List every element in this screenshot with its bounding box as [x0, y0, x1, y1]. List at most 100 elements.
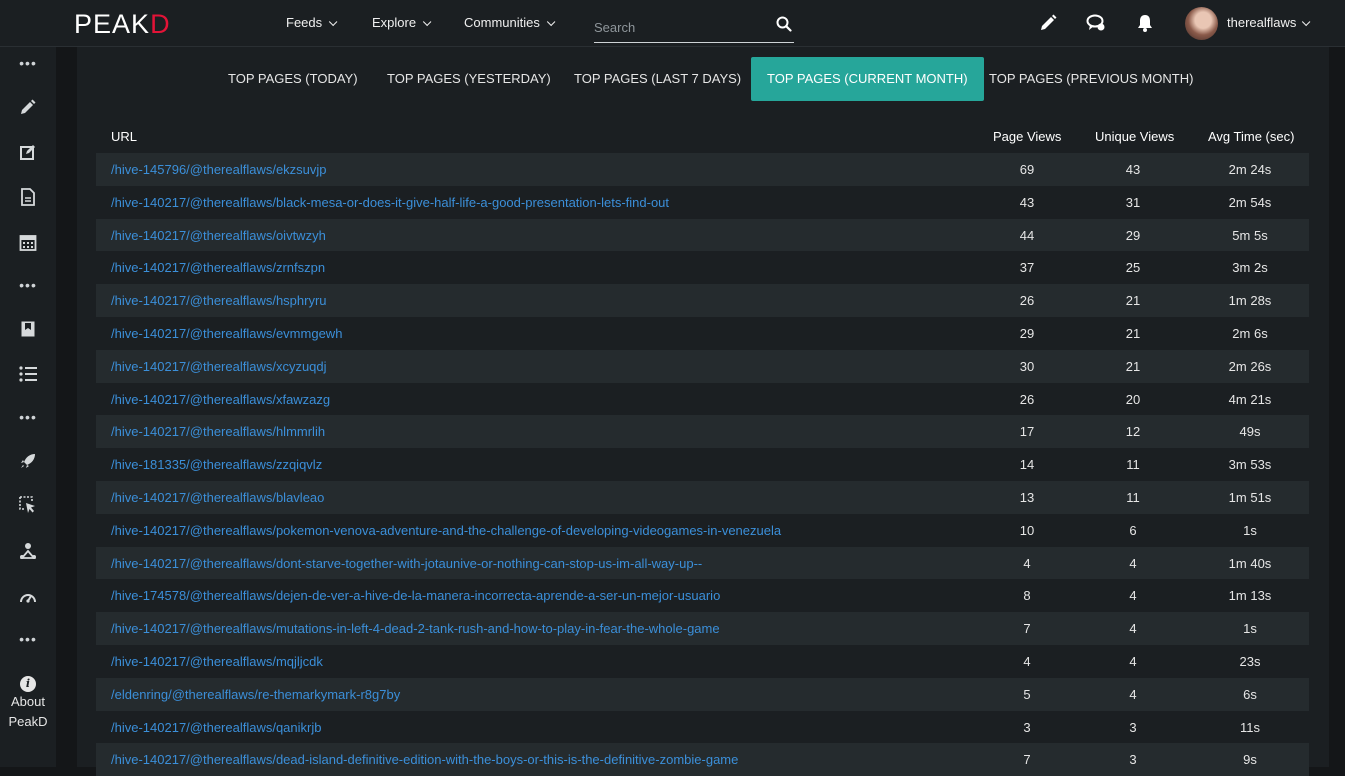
nav-feeds[interactable]: Feeds — [286, 15, 338, 30]
avg-time-value: 5m 5s — [1232, 227, 1268, 243]
more-dots-icon[interactable]: ••• — [0, 627, 56, 651]
table-row: /hive-140217/@therealflaws/pokemon-venov… — [96, 514, 1309, 547]
avg-time-value: 2m 6s — [1232, 325, 1268, 341]
sidebar-bookmark[interactable] — [0, 317, 56, 341]
page-views-value: 4 — [1023, 653, 1031, 669]
table-body: /hive-145796/@therealflaws/ekzsuvjp 69 43 2… — [96, 153, 1309, 776]
page-views-value: 8 — [1023, 588, 1031, 604]
unique-views-value: 21 — [1125, 325, 1141, 341]
sidebar-calendar[interactable] — [0, 230, 56, 254]
chevron-down-icon — [1302, 17, 1311, 27]
community-icon — [20, 543, 36, 559]
about-peakd-link[interactable]: i About PeakD — [0, 672, 56, 732]
sidebar-gauge[interactable] — [0, 585, 56, 609]
gauge-icon — [20, 594, 36, 603]
chat-icon[interactable] — [1086, 13, 1106, 33]
page-views-value: 3 — [1023, 719, 1031, 735]
col-url: URL — [111, 129, 138, 144]
avg-time-value: 49s — [1239, 424, 1261, 440]
page-url-link[interactable]: /hive-140217/@therealflaws/zrnfszpn — [111, 260, 325, 275]
page-url-link[interactable]: /hive-140217/@therealflaws/blavleao — [111, 490, 324, 505]
unique-views-value: 29 — [1125, 227, 1141, 243]
sidebar-list[interactable] — [0, 362, 56, 386]
page-views-value: 13 — [1019, 489, 1035, 505]
bookmark-book-icon — [21, 321, 35, 337]
page-views-value: 26 — [1019, 391, 1035, 407]
table-row: /hive-140217/@therealflaws/xfawzazg 26 20 4… — [96, 383, 1309, 416]
tab-yesterday[interactable]: TOP PAGES (YESTERDAY) — [371, 57, 567, 101]
page-url-link[interactable]: /hive-140217/@therealflaws/hsphryru — [111, 293, 327, 308]
avg-time-value: 23s — [1239, 653, 1261, 669]
unique-views-value: 31 — [1125, 194, 1141, 210]
sidebar-document[interactable] — [0, 185, 56, 209]
info-icon: i — [20, 676, 36, 692]
avg-time-value: 1m 28s — [1228, 293, 1272, 309]
page-url-link[interactable]: /hive-140217/@therealflaws/black-mesa-or… — [111, 195, 669, 210]
unique-views-value: 6 — [1129, 522, 1137, 538]
page-url-link[interactable]: /hive-140217/@therealflaws/dead-island-d… — [111, 752, 738, 767]
more-dots-icon[interactable]: ••• — [0, 405, 56, 429]
page-url-link[interactable]: /hive-140217/@therealflaws/dont-starve-t… — [111, 556, 702, 571]
page-views-value: 37 — [1019, 260, 1035, 276]
page-url-link[interactable]: /hive-145796/@therealflaws/ekzsuvjp — [111, 162, 327, 177]
calendar-icon — [19, 235, 37, 251]
page-url-link[interactable]: /hive-140217/@therealflaws/pokemon-venov… — [111, 523, 781, 538]
page-url-link[interactable]: /hive-140217/@therealflaws/xcyzuqdj — [111, 359, 327, 374]
avg-time-value: 1s — [1243, 621, 1257, 637]
table-row: /hive-140217/@therealflaws/zrnfszpn 37 25 3… — [96, 251, 1309, 284]
avg-time-value: 1m 51s — [1228, 489, 1272, 505]
rocket-icon — [21, 454, 35, 468]
page-views-value: 14 — [1019, 457, 1035, 473]
more-dots-icon[interactable]: ••• — [0, 273, 56, 297]
tab-today[interactable]: TOP PAGES (TODAY) — [212, 57, 374, 101]
sidebar-rocket[interactable] — [0, 449, 56, 473]
avg-time-value: 2m 24s — [1228, 162, 1272, 177]
tab-last-7-days[interactable]: TOP PAGES (LAST 7 DAYS) — [558, 57, 757, 101]
page-url-link[interactable]: /hive-140217/@therealflaws/xfawzazg — [111, 392, 330, 407]
page-url-link[interactable]: /hive-140217/@therealflaws/hlmmrlih — [111, 424, 325, 439]
cursor-select-icon — [19, 496, 35, 513]
avg-time-value: 1s — [1243, 522, 1257, 538]
page-url-link[interactable]: /hive-181335/@therealflaws/zzqiqvlz — [111, 457, 322, 472]
more-dots-icon[interactable]: ••• — [0, 51, 56, 75]
user-menu[interactable]: therealflaws — [1227, 15, 1311, 30]
about-label-peakd: PeakD — [8, 714, 48, 729]
unique-views-value: 21 — [1125, 358, 1141, 374]
search-icon[interactable] — [776, 16, 792, 32]
avg-time-value: 3m 2s — [1232, 260, 1268, 276]
tab-current-month[interactable]: TOP PAGES (CURRENT MONTH) — [751, 57, 984, 101]
bell-icon[interactable] — [1135, 13, 1155, 33]
page-url-link[interactable]: /eldenring/@therealflaws/re-themarkymark… — [111, 687, 400, 702]
page-url-link[interactable]: /hive-140217/@therealflaws/oivtwzyh — [111, 228, 326, 243]
table-row: /hive-140217/@therealflaws/blavleao 13 11 1… — [96, 480, 1309, 514]
table-row: /hive-140217/@therealflaws/black-mesa-or… — [96, 186, 1309, 219]
avg-time-value: 2m 26s — [1228, 358, 1272, 374]
page-views-value: 7 — [1023, 621, 1031, 637]
col-avg-time: Avg Time (sec) — [1208, 129, 1295, 144]
table-row: /hive-140217/@therealflaws/mqjljcdk 4 4 23s — [96, 645, 1309, 678]
nav-explore[interactable]: Explore — [372, 15, 432, 30]
page-views-value: 17 — [1019, 424, 1035, 440]
pencil-icon[interactable] — [1038, 13, 1058, 33]
avg-time-value: 1m 13s — [1228, 588, 1272, 604]
unique-views-value: 25 — [1125, 260, 1141, 276]
search-input[interactable] — [594, 16, 764, 38]
page-url-link[interactable]: /hive-140217/@therealflaws/mqjljcdk — [111, 654, 323, 669]
page-url-link[interactable]: /hive-140217/@therealflaws/evmmgewh — [111, 326, 342, 341]
peakd-logo[interactable]: PEAKD — [74, 9, 171, 40]
tab-previous-month[interactable]: TOP PAGES (PREVIOUS MONTH) — [973, 57, 1209, 101]
chevron-down-icon — [546, 17, 556, 27]
sidebar-edit[interactable] — [0, 140, 56, 164]
avatar[interactable] — [1185, 7, 1218, 40]
sidebar-pencil[interactable] — [0, 95, 56, 119]
page-url-link[interactable]: /hive-140217/@therealflaws/qanikrjb — [111, 720, 321, 735]
page-url-link[interactable]: /hive-140217/@therealflaws/mutations-in-… — [111, 621, 720, 636]
unique-views-value: 12 — [1125, 424, 1141, 440]
page-url-link[interactable]: /hive-174578/@therealflaws/dejen-de-ver-… — [111, 588, 720, 603]
table-row: /hive-140217/@therealflaws/hsphryru 26 21 1… — [96, 284, 1309, 317]
sidebar-community[interactable] — [0, 539, 56, 563]
table-row: /hive-140217/@therealflaws/qanikrjb 3 3 11s — [96, 711, 1309, 744]
page-views-value: 7 — [1023, 752, 1031, 768]
sidebar-select[interactable] — [0, 493, 56, 517]
nav-communities[interactable]: Communities — [464, 15, 556, 30]
